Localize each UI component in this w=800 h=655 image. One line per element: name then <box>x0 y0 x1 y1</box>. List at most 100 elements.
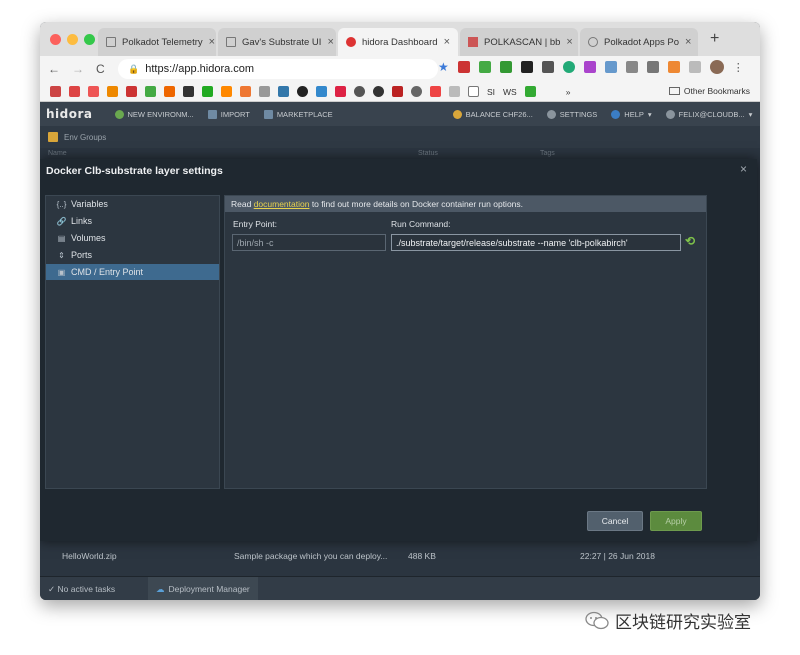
tab-close-icon[interactable]: × <box>566 36 572 48</box>
bookmark-icon[interactable] <box>259 86 270 97</box>
extension-icon[interactable] <box>583 61 596 73</box>
bookmark-icon[interactable] <box>88 86 99 97</box>
sidebar-item-links[interactable]: 🔗 Links <box>46 213 219 229</box>
profile-avatar[interactable] <box>709 60 724 74</box>
apps-icon[interactable] <box>50 86 61 97</box>
forward-button[interactable]: → <box>72 62 84 76</box>
tab-close-icon[interactable]: × <box>327 36 333 48</box>
extension-icon[interactable] <box>667 61 680 73</box>
bookmark-icon[interactable] <box>145 86 156 97</box>
maximize-window-button[interactable] <box>84 34 95 45</box>
reload-button[interactable]: C <box>96 62 105 76</box>
extension-icon[interactable] <box>562 61 575 73</box>
bookmark-icon[interactable] <box>524 86 536 97</box>
documentation-link[interactable]: documentation <box>254 199 310 209</box>
extension-icon[interactable] <box>457 61 470 73</box>
menu-icon[interactable]: ⋮ <box>733 61 744 74</box>
tasks-status[interactable]: ✓ No active tasks <box>48 584 115 595</box>
extension-icon[interactable] <box>520 61 533 73</box>
entry-point-label: Entry Point: <box>233 219 277 229</box>
bookmark-icon[interactable] <box>354 86 365 97</box>
extension-icon[interactable] <box>478 61 491 73</box>
bookmark-icon[interactable] <box>221 86 232 97</box>
help-label: HELP <box>624 109 644 119</box>
run-command-input[interactable]: ./substrate/target/release/substrate --n… <box>391 234 681 251</box>
bookmark-icon[interactable] <box>411 86 422 97</box>
bookmark-icon[interactable] <box>335 86 346 97</box>
extension-icon[interactable] <box>688 61 701 73</box>
file-row[interactable]: HelloWorld.zip Sample package which you … <box>40 546 760 566</box>
cancel-button[interactable]: Cancel <box>587 511 643 531</box>
gmail-icon[interactable] <box>69 86 80 97</box>
window-controls <box>50 34 95 45</box>
file-date: 22:27 | 26 Jun 2018 <box>580 551 655 561</box>
bookmark-icon[interactable] <box>278 86 289 97</box>
apply-button[interactable]: Apply <box>650 511 702 531</box>
bookmark-icon[interactable] <box>449 86 460 97</box>
url-input[interactable]: 🔒 https://app.hidora.com <box>118 59 438 79</box>
balance-button[interactable]: BALANCE CHF26... <box>452 109 533 119</box>
new-environment-button[interactable]: NEW ENVIRONM... <box>114 109 194 119</box>
page-icon[interactable] <box>468 86 479 97</box>
tab-close-icon[interactable]: × <box>444 36 450 48</box>
user-menu[interactable]: FELIX@CLOUDB... ▾ <box>665 109 752 119</box>
tab-substrate-ui[interactable]: Gav's Substrate UI × <box>218 28 336 56</box>
sidebar-item-cmd-entry-point[interactable]: ▣ CMD / Entry Point <box>46 264 219 280</box>
extension-icon[interactable] <box>646 61 659 73</box>
tab-close-icon[interactable]: × <box>685 36 691 48</box>
bookmarks-overflow[interactable]: » <box>566 87 571 97</box>
ports-icon: ⇕ <box>58 250 65 260</box>
bookmark-si[interactable]: SI <box>487 87 495 97</box>
sidebar-item-ports[interactable]: ⇕ Ports <box>46 247 219 263</box>
env-groups-label[interactable]: Env Groups <box>64 133 106 142</box>
bookmark-icon[interactable] <box>373 86 384 97</box>
column-name: Name <box>48 150 67 157</box>
extension-icon[interactable] <box>541 61 554 73</box>
settings-button[interactable]: SETTINGS <box>546 109 597 119</box>
tab-polkascan[interactable]: POLKASCAN | bb × <box>460 28 578 56</box>
file-description: Sample package which you can deploy... <box>234 551 388 561</box>
extension-icon[interactable] <box>604 61 617 73</box>
marketplace-button[interactable]: MARKETPLACE <box>263 109 333 119</box>
extension-icon[interactable] <box>499 61 512 73</box>
other-bookmarks[interactable]: Other Bookmarks <box>668 86 750 96</box>
tab-polkadot-apps[interactable]: Polkadot Apps Po × <box>580 28 698 56</box>
import-button[interactable]: IMPORT <box>207 109 250 119</box>
dialog-title: Docker Clb-substrate layer settings <box>46 165 223 177</box>
reset-icon[interactable]: ⟲ <box>685 234 695 248</box>
bookmark-icon[interactable] <box>316 86 327 97</box>
tab-hidora-dashboard[interactable]: hidora Dashboard × <box>338 28 458 56</box>
bookmark-icon[interactable] <box>183 86 194 97</box>
tab-polkadot-telemetry[interactable]: Polkadot Telemetry × <box>98 28 216 56</box>
bookmark-icon[interactable] <box>430 86 441 97</box>
help-button[interactable]: HELP ▾ <box>611 109 652 119</box>
bookmark-icon[interactable] <box>240 86 251 97</box>
extension-icon[interactable] <box>625 61 638 73</box>
sidebar-item-variables[interactable]: {..} Variables <box>46 196 219 212</box>
run-command-label: Run Command: <box>391 219 451 229</box>
star-icon[interactable]: ★ <box>438 60 449 74</box>
minimize-window-button[interactable] <box>67 34 78 45</box>
marketplace-label: MARKETPLACE <box>276 109 333 119</box>
close-icon[interactable]: × <box>740 162 747 176</box>
bookmark-icon[interactable] <box>392 86 403 97</box>
user-label: FELIX@CLOUDB... <box>678 109 745 119</box>
bookmark-icon[interactable] <box>164 86 175 97</box>
back-button[interactable]: ← <box>48 62 60 76</box>
env-groups-bar: Env Groups <box>40 126 760 148</box>
bookmark-icon[interactable] <box>202 86 213 97</box>
close-window-button[interactable] <box>50 34 61 45</box>
layer-settings-dialog: Docker Clb-substrate layer settings × {.… <box>40 159 757 541</box>
new-tab-button[interactable]: + <box>710 30 719 48</box>
bookmark-icon[interactable] <box>126 86 137 97</box>
entry-point-input[interactable]: /bin/sh -c <box>232 234 386 251</box>
bookmark-icon[interactable] <box>107 86 118 97</box>
github-icon[interactable] <box>297 86 308 97</box>
sidebar-item-volumes[interactable]: ▤ Volumes <box>46 230 219 246</box>
balance-label: BALANCE CHF26... <box>465 109 533 119</box>
import-icon <box>207 109 217 119</box>
column-status: Status <box>418 150 438 157</box>
deployment-manager-tab[interactable]: ☁ Deployment Manager <box>148 577 258 600</box>
bookmark-ws[interactable]: WS <box>503 87 517 97</box>
tab-close-icon[interactable]: × <box>209 36 215 48</box>
